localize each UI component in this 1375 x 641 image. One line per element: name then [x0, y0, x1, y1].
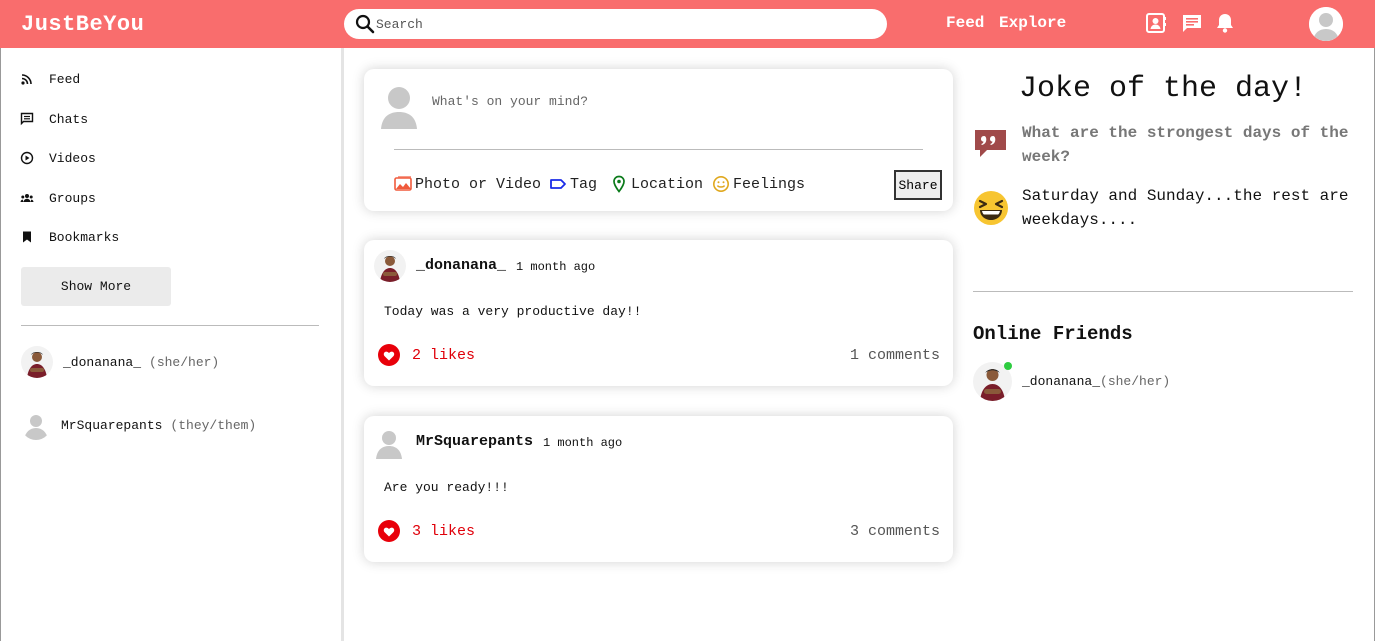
sidebar-item-label: Videos	[49, 150, 96, 166]
online-friend-item[interactable]: _donanana_ (she/her)	[973, 362, 1170, 401]
location-option[interactable]: Location	[610, 175, 703, 193]
post-author-name[interactable]: MrSquarepants	[416, 433, 533, 450]
play-circle-icon	[20, 151, 34, 165]
sidebar-item-label: Groups	[49, 190, 96, 206]
sidebar-item-groups[interactable]: Groups	[20, 187, 96, 209]
friend-pronouns: (she/her)	[1100, 374, 1171, 389]
rss-icon	[21, 74, 32, 85]
post-composer: Photo or Video Tag Location Feelings Sha…	[364, 69, 953, 211]
joke-answer: Saturday and Sunday...the rest are weekd…	[1022, 187, 1349, 229]
friend-name: _donanana_	[63, 354, 142, 370]
sidebar-item-label: Bookmarks	[49, 229, 120, 245]
post-likes-count[interactable]: 3 likes	[412, 523, 475, 540]
tag-option[interactable]: Tag	[549, 175, 597, 193]
option-label: Photo or Video	[415, 175, 542, 193]
post-text: Are you ready!!!	[384, 480, 509, 495]
photo-icon	[394, 176, 412, 191]
post-card: MrSquarepants 1 month ago Are you ready!…	[364, 416, 953, 562]
nav-explore-link[interactable]: Explore	[999, 14, 1066, 32]
bookmark-icon	[23, 231, 31, 243]
top-navbar: JustBeYou Feed Explore	[0, 0, 1375, 48]
sidebar-item-label: Chats	[49, 111, 89, 127]
chat-icon[interactable]	[1181, 12, 1203, 34]
sidebar-item-chats[interactable]: Chats	[20, 108, 88, 130]
bell-icon[interactable]	[1214, 12, 1236, 34]
friend-pronouns: (they/them)	[170, 417, 257, 433]
post-timestamp: 1 month ago	[516, 260, 596, 274]
sidebar-separator	[341, 48, 344, 641]
location-pin-icon	[613, 175, 625, 193]
sidebar-item-label: Feed	[49, 71, 81, 87]
post-likes-count[interactable]: 2 likes	[412, 347, 475, 364]
online-status-dot	[1004, 362, 1012, 370]
friend-avatar	[21, 410, 51, 440]
sidebar-item-bookmarks[interactable]: Bookmarks	[20, 226, 119, 248]
sidebar-divider	[21, 325, 319, 326]
post-text: Today was a very productive day!!	[384, 304, 642, 319]
heart-icon[interactable]	[378, 520, 400, 542]
user-avatar	[381, 87, 417, 129]
friend-item-donanana[interactable]: _donanana_ (she/her)	[21, 346, 219, 378]
option-label: Tag	[570, 175, 598, 193]
search-icon	[355, 14, 375, 34]
photo-video-option[interactable]: Photo or Video	[394, 175, 541, 193]
quote-icon	[975, 130, 1006, 157]
friend-name: MrSquarepants	[61, 417, 163, 433]
post-author-name[interactable]: _donanana_	[416, 257, 506, 274]
chat-icon	[20, 112, 34, 126]
tag-icon	[550, 179, 566, 189]
joke-question: What are the strongest days of the week?	[1022, 124, 1349, 166]
friend-pronouns: (she/her)	[149, 354, 220, 370]
sidebar-item-feed[interactable]: Feed	[20, 68, 80, 90]
post-timestamp: 1 month ago	[543, 436, 623, 450]
contact-book-icon[interactable]	[1145, 12, 1167, 34]
show-more-button[interactable]: Show More	[21, 267, 171, 306]
brand-logo[interactable]: JustBeYou	[21, 12, 144, 37]
search-input[interactable]	[376, 13, 876, 35]
nav-feed-link[interactable]: Feed	[946, 14, 984, 32]
smile-icon	[713, 176, 729, 192]
composer-divider	[394, 149, 923, 150]
share-button[interactable]: Share	[894, 170, 942, 200]
sidebar-item-videos[interactable]: Videos	[20, 147, 96, 169]
groups-icon	[20, 194, 34, 202]
friend-avatar	[21, 346, 53, 378]
post-comments-count[interactable]: 1 comments	[850, 347, 940, 364]
heart-icon[interactable]	[378, 344, 400, 366]
search-bar[interactable]	[344, 9, 887, 39]
post-comments-count[interactable]: 3 comments	[850, 523, 940, 540]
profile-avatar[interactable]	[1309, 7, 1343, 41]
status-input[interactable]	[432, 94, 912, 118]
left-sidebar: Feed Chats Videos Groups Bookmarks Show …	[0, 48, 341, 641]
joke-title: Joke of the day!	[1018, 72, 1308, 106]
post-author-avatar[interactable]	[375, 429, 403, 459]
friend-item-mrsquarepants[interactable]: MrSquarepants (they/them)	[21, 410, 256, 440]
right-divider	[973, 291, 1353, 292]
laughing-emoji-icon	[974, 191, 1008, 225]
friend-name: _donanana_	[1022, 374, 1101, 389]
post-author-avatar[interactable]	[374, 250, 406, 282]
online-friends-title: Online Friends	[973, 323, 1133, 345]
post-card: _donanana_ 1 month ago Today was a very …	[364, 240, 953, 386]
option-label: Location	[631, 175, 704, 193]
feelings-option[interactable]: Feelings	[712, 175, 805, 193]
option-label: Feelings	[733, 175, 806, 193]
